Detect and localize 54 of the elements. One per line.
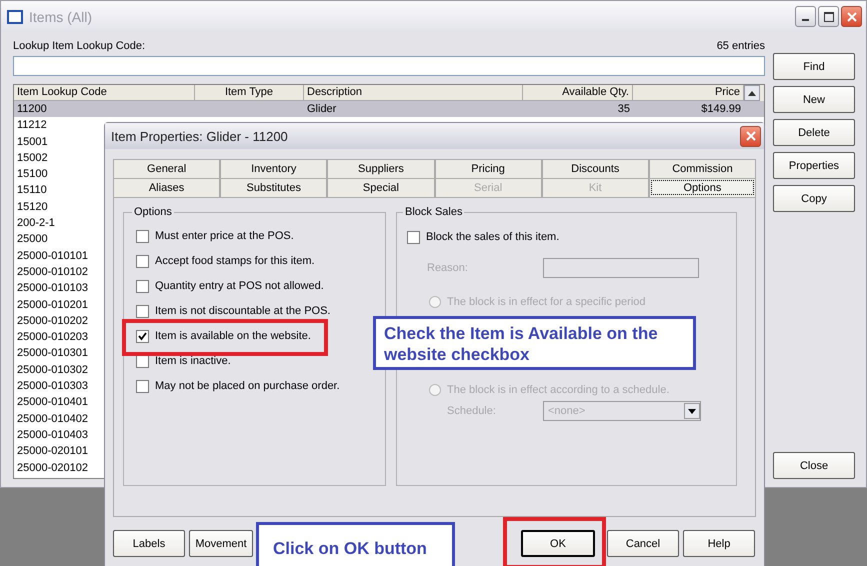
tab[interactable]: Pricing bbox=[434, 159, 542, 178]
action-button[interactable]: Delete bbox=[773, 119, 855, 146]
tab[interactable]: General bbox=[113, 159, 220, 178]
dialog-button[interactable]: OK bbox=[521, 530, 595, 557]
radio-label: The block is in effect according to a schedule. bbox=[447, 384, 670, 396]
lookup-label: Lookup Item Lookup Code: bbox=[13, 40, 146, 52]
table-cell-text: 25000-010202 bbox=[16, 314, 89, 329]
table-cell-text: 11200 bbox=[16, 102, 48, 117]
dialog-button[interactable]: Help bbox=[683, 530, 755, 557]
tab[interactable]: Discounts bbox=[542, 159, 649, 178]
tab[interactable]: Suppliers bbox=[327, 159, 435, 178]
callout-note: Click on OK button bbox=[256, 522, 455, 566]
dialog-button[interactable]: Cancel bbox=[607, 530, 679, 557]
table-cell-text: Glider bbox=[306, 102, 338, 117]
radio-label: The block is in effect for a specific period bbox=[447, 296, 646, 308]
table-cell-text: $149.99 bbox=[700, 102, 742, 117]
tab[interactable]: Substitutes bbox=[220, 178, 328, 197]
table-cell-text: 25000-020101 bbox=[16, 444, 89, 460]
tab[interactable]: Special bbox=[327, 178, 435, 197]
schedule-label: Schedule: bbox=[447, 405, 497, 417]
checkbox-label: Block the sales of this item. bbox=[426, 231, 560, 243]
window-title: Items (All) bbox=[29, 8, 93, 24]
table-cell-text: 200-2-1 bbox=[16, 216, 56, 232]
table-cell-text: 25000-020102 bbox=[16, 460, 89, 476]
checkbox-label: Item is inactive. bbox=[155, 355, 231, 367]
checkbox-label: Accept food stamps for this item. bbox=[155, 255, 315, 267]
group-title: Options bbox=[133, 206, 173, 218]
tab[interactable]: Aliases bbox=[113, 178, 220, 197]
table-cell-text: 25000-010302 bbox=[16, 362, 89, 378]
action-button[interactable]: Copy bbox=[773, 185, 855, 212]
checkbox-label: Item is available on the website. bbox=[155, 330, 311, 342]
table-cell-text: 11212 bbox=[16, 118, 48, 134]
group-title: Block Sales bbox=[404, 206, 464, 218]
reason-label: Reason: bbox=[427, 262, 469, 274]
action-button[interactable]: Properties bbox=[773, 152, 855, 179]
tab[interactable]: Options bbox=[648, 178, 756, 197]
table-cell-text: 25000-010403 bbox=[16, 428, 89, 443]
table-cell-text: 35 bbox=[616, 102, 631, 117]
dialog-title: Item Properties: Glider - 11200 bbox=[111, 128, 288, 144]
dialog-button[interactable]: Movement bbox=[189, 530, 253, 557]
tab[interactable]: Commission bbox=[648, 159, 756, 178]
entries-count: 65 entries bbox=[716, 40, 765, 52]
checkbox-label: Item is not discountable at the POS. bbox=[155, 305, 330, 317]
tab[interactable]: Inventory bbox=[220, 159, 328, 178]
action-button[interactable]: Find bbox=[773, 53, 855, 80]
checkbox-label: Quantity entry at POS not allowed. bbox=[155, 280, 324, 292]
list-row[interactable]: 11200 Glider 35 $149.99 bbox=[14, 101, 764, 118]
close-list-button[interactable]: Close bbox=[773, 452, 855, 479]
action-button[interactable]: New bbox=[773, 86, 855, 113]
dialog-button[interactable]: Labels bbox=[113, 530, 185, 557]
checkbox-label: Must enter price at the POS. bbox=[155, 230, 294, 242]
callout-note: Check the Item is Available on the website checkbox bbox=[373, 316, 696, 370]
checkbox-label: May not be placed on purchase order. bbox=[155, 380, 340, 392]
table-cell-text: 15002 bbox=[16, 150, 49, 166]
